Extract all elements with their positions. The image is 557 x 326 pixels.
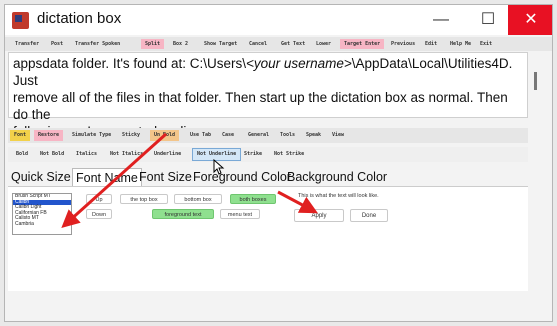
use-tab-button[interactable]: Use Tab — [186, 130, 215, 141]
style-bar: Bold Not Bold Italics Not Italics Underl… — [8, 147, 528, 162]
transfer-spoken-button[interactable]: Transfer Spoken — [71, 39, 124, 49]
tools-button[interactable]: Tools — [276, 130, 299, 141]
general-button[interactable]: General — [244, 130, 273, 141]
top-box-button[interactable]: the top box — [120, 194, 168, 204]
previous-button[interactable]: Previous — [387, 39, 419, 49]
dictation-text-area[interactable]: appsdata folder. It's found at: C:\Users… — [8, 52, 528, 139]
tab-quick-size[interactable]: Quick Size — [8, 168, 74, 186]
tab-font-size[interactable]: Font Size — [136, 168, 195, 186]
view-button[interactable]: View — [328, 130, 348, 141]
text-line-1: appsdata folder. It's found at: C:\Users… — [13, 56, 246, 71]
app-icon — [12, 12, 29, 29]
edit-button[interactable]: Edit — [421, 39, 441, 49]
case-button[interactable]: Case — [218, 130, 238, 141]
down-button[interactable]: Down — [86, 209, 112, 219]
tab-foreground-color[interactable]: Foreground Color — [190, 168, 294, 186]
target-enter-button[interactable]: Target Enter — [340, 39, 385, 49]
done-button[interactable]: Done — [350, 209, 388, 222]
lower-button[interactable]: Lower — [312, 39, 335, 49]
get-text-button[interactable]: Get Text — [277, 39, 309, 49]
text-scrollbar[interactable] — [532, 52, 540, 118]
not-italics-button[interactable]: Not Italics — [106, 149, 147, 160]
minimize-button[interactable]: — — [418, 5, 464, 35]
tab-background-color[interactable]: Background Color — [284, 168, 390, 186]
mouse-pointer-icon — [213, 159, 225, 175]
font-list[interactable]: Brush Script MT Calibri Calibri Light Ca… — [12, 193, 72, 235]
help-me-button[interactable]: Help Me — [446, 39, 475, 49]
status-bar — [0, 302, 557, 316]
format-bar: Font Restore Simulate Type Sticky Un Bol… — [8, 128, 528, 143]
bottom-box-button[interactable]: bottom box — [174, 194, 222, 204]
cancel-button[interactable]: Cancel — [245, 39, 271, 49]
window-title: dictation box — [37, 10, 122, 27]
speak-button[interactable]: Speak — [302, 130, 325, 141]
restore-button[interactable]: Restore — [34, 130, 64, 141]
transfer-button[interactable]: Transfer — [11, 39, 43, 49]
post-button[interactable]: Post — [47, 39, 67, 49]
font-button[interactable]: Font — [10, 130, 31, 141]
not-bold-button[interactable]: Not Bold — [36, 149, 68, 160]
not-strike-button[interactable]: Not Strike — [270, 149, 308, 160]
underline-button[interactable]: Underline — [150, 149, 185, 160]
sticky-button[interactable]: Sticky — [118, 130, 144, 141]
split-button[interactable]: Split — [141, 39, 165, 49]
un-bold-button[interactable]: Un Bold — [150, 130, 180, 141]
maximize-button[interactable]: ☐ — [465, 5, 511, 35]
simulate-type-button[interactable]: Simulate Type — [68, 130, 115, 141]
username-placeholder: <your username> — [245, 56, 352, 71]
tab-font-name[interactable]: Font Name — [72, 168, 142, 187]
both-boxes-button[interactable]: both boxes — [230, 194, 276, 204]
show-target-button[interactable]: Show Target — [200, 39, 241, 49]
up-button[interactable]: Up — [86, 194, 112, 204]
main-toolbar: Transfer Post Transfer Spoken Split Box … — [5, 37, 552, 51]
box-2-button[interactable]: Box 2 — [169, 39, 192, 49]
menu-text-button[interactable]: menu text — [220, 209, 260, 219]
scrollbar-thumb[interactable] — [534, 72, 537, 90]
font-list-item[interactable]: Cambria — [13, 221, 71, 228]
text-line-2: remove all of the files in that folder. … — [13, 90, 508, 122]
font-preview-text: This is what the text will look like. — [298, 193, 379, 199]
close-button[interactable]: ✕ — [508, 5, 552, 35]
italics-button[interactable]: Italics — [72, 149, 101, 160]
bold-button[interactable]: Bold — [12, 149, 32, 160]
title-bar: dictation box — ☐ ✕ — [5, 5, 552, 35]
foreground-text-button[interactable]: foreground text — [152, 209, 214, 219]
apply-button[interactable]: Apply — [294, 209, 344, 222]
strike-button[interactable]: Strike — [240, 149, 266, 160]
exit-button[interactable]: Exit — [476, 39, 496, 49]
